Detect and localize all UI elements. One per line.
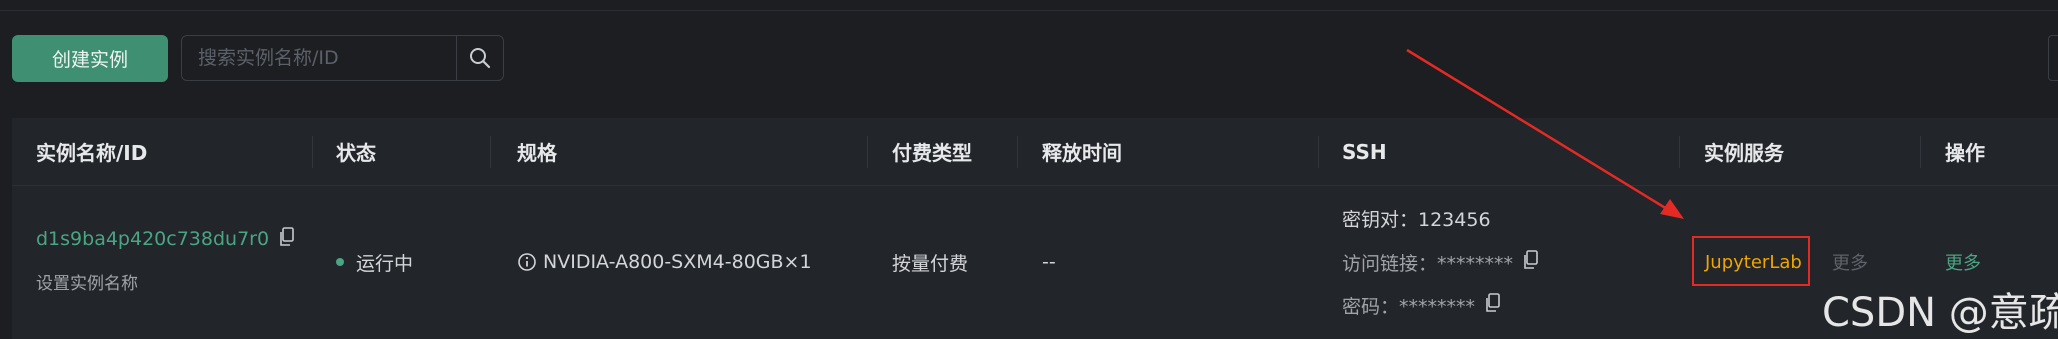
ssh-access-link-row: 访问链接：******** (1342, 249, 1539, 275)
status-text: 运行中 (356, 252, 414, 275)
instance-id-cell: d1s9ba4p420c738du7r0 (36, 226, 295, 252)
set-instance-name-link[interactable]: 设置实例名称 (36, 269, 138, 294)
copy-icon[interactable] (1485, 292, 1501, 318)
column-separator (1017, 136, 1018, 168)
search-button[interactable] (456, 36, 503, 80)
header-billing-type: 付费类型 (892, 141, 972, 165)
right-edge-control[interactable] (2048, 35, 2058, 81)
info-icon[interactable] (517, 252, 537, 272)
status-dot (336, 258, 344, 266)
create-instance-button[interactable]: 创建实例 (12, 35, 168, 82)
action-more-link[interactable]: 更多 (1945, 249, 1981, 275)
search-icon (470, 48, 491, 69)
annotation-highlight-box (1692, 236, 1810, 286)
ssh-access-text: 访问链接：******** (1342, 252, 1514, 275)
ssh-keypair-text: 密钥对：123456 (1342, 208, 1491, 231)
table-header: 实例名称/ID 状态 规格 付费类型 释放时间 SSH 实例服务 操作 (12, 118, 2058, 186)
ssh-password-text: 密码：******** (1342, 295, 1476, 318)
column-separator (867, 136, 868, 168)
status-cell: 运行中 (336, 249, 413, 275)
watermark-text: CSDN @意疏 (1822, 290, 2058, 336)
column-separator (312, 136, 313, 168)
column-separator (1679, 136, 1680, 168)
column-separator (1318, 136, 1319, 168)
release-time-text: -- (1042, 251, 1056, 273)
header-instance-name: 实例名称/ID (36, 141, 148, 165)
header-release-time: 释放时间 (1042, 141, 1122, 165)
copy-icon[interactable] (279, 226, 295, 252)
copy-icon[interactable] (1523, 249, 1539, 275)
instance-table: 实例名称/ID 状态 规格 付费类型 释放时间 SSH 实例服务 操作 d1s9… (12, 118, 2058, 339)
spec-text: NVIDIA-A800-SXM4-80GB×1 (543, 251, 812, 273)
top-divider (0, 0, 2058, 11)
header-ssh: SSH (1342, 139, 1387, 164)
search-input[interactable] (182, 36, 456, 80)
service-more-link[interactable]: 更多 (1832, 249, 1868, 275)
header-spec: 规格 (517, 141, 557, 165)
spec-cell: NVIDIA-A800-SXM4-80GB×1 (517, 249, 812, 275)
billing-type-text: 按量付费 (892, 252, 969, 275)
header-status: 状态 (336, 141, 376, 165)
instance-id-link[interactable]: d1s9ba4p420c738du7r0 (36, 228, 269, 250)
header-actions: 操作 (1945, 141, 1985, 165)
ssh-password-row: 密码：******** (1342, 292, 1501, 318)
column-separator (490, 136, 491, 168)
search-box (181, 35, 504, 81)
header-instance-service: 实例服务 (1704, 141, 1784, 165)
column-separator (1920, 136, 1921, 168)
